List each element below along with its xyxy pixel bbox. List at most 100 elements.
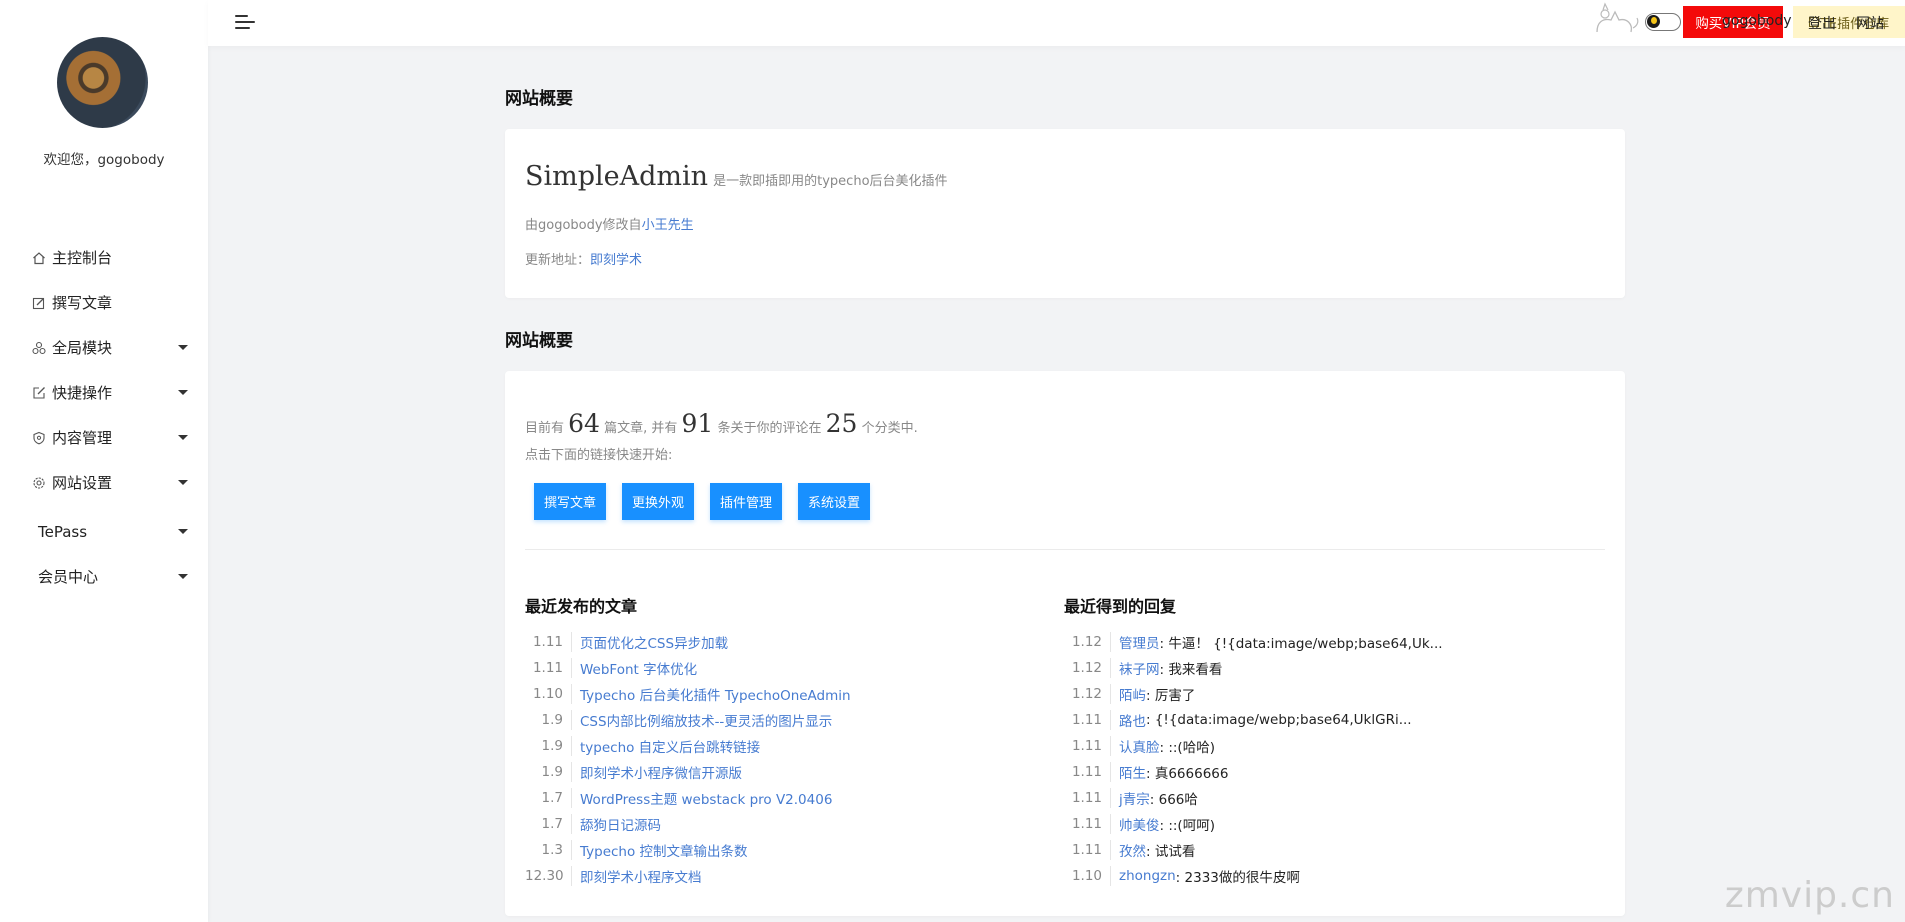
post-link[interactable]: typecho 自定义后台跳转链接 bbox=[580, 736, 760, 756]
post-link[interactable]: 即刻学术小程序微信开源版 bbox=[580, 762, 742, 782]
overview-card: SimpleAdmin 是一款即插即用的typecho后台美化插件 由gogob… bbox=[505, 129, 1625, 298]
post-date: 1.11 bbox=[525, 658, 572, 678]
reply-text: : 厉害了 bbox=[1146, 688, 1196, 704]
reply-date: 1.12 bbox=[1064, 632, 1111, 652]
post-date: 1.10 bbox=[525, 684, 572, 704]
reply-author-link[interactable]: 路也 bbox=[1119, 710, 1146, 730]
post-link[interactable]: WebFont 字体优化 bbox=[580, 658, 697, 678]
reply-date: 1.11 bbox=[1064, 710, 1111, 730]
post-link[interactable]: 页面优化之CSS异步加载 bbox=[580, 632, 728, 652]
menu-toggle-icon[interactable] bbox=[235, 14, 255, 30]
reply-author-link[interactable]: 袜子网 bbox=[1119, 658, 1160, 678]
reply-text: : ::(呵呵) bbox=[1159, 818, 1215, 834]
recent-posts-title: 最近发布的文章 bbox=[525, 597, 638, 616]
sidebar-item-tepass[interactable]: TePass bbox=[0, 509, 208, 554]
write-post-button[interactable]: 撰写文章 bbox=[534, 483, 606, 520]
reply-text: : 2333做的很牛皮啊 bbox=[1175, 870, 1300, 886]
summary-title: 网站概要 bbox=[505, 331, 573, 351]
reply-author-link[interactable]: 帅美俊 bbox=[1119, 814, 1160, 834]
sidebar-item-global-modules[interactable]: 全局模块 bbox=[0, 325, 208, 370]
sidebar-item-quick-actions[interactable]: 快捷操作 bbox=[0, 370, 208, 415]
summary-card: 目前有 64 篇文章, 并有 91 条关于你的评论在 25 个分类中. 点击下面… bbox=[505, 371, 1625, 916]
caret-down-icon bbox=[178, 479, 188, 485]
post-link[interactable]: Typecho 控制文章输出条数 bbox=[580, 840, 748, 860]
post-date: 1.7 bbox=[525, 814, 572, 834]
username-link[interactable]: gogobody bbox=[1722, 13, 1792, 29]
modified-prefix: 由gogobody修改自 bbox=[525, 218, 642, 233]
recent-replies-list: 1.12 管理员: 牛逼！ {!{data:image/webp;base64,U… bbox=[1064, 629, 1443, 889]
list-item: 1.9 即刻学术小程序微信开源版 bbox=[525, 759, 851, 785]
edit-icon bbox=[32, 296, 46, 310]
post-link[interactable]: CSS内部比例缩放技术--更灵活的图片显示 bbox=[580, 710, 832, 730]
reply-date: 1.12 bbox=[1064, 658, 1111, 678]
post-link[interactable]: 即刻学术小程序文档 bbox=[580, 866, 702, 886]
reply-text: : 我来看看 bbox=[1159, 662, 1223, 678]
update-link[interactable]: 即刻学术 bbox=[590, 253, 642, 268]
sidebar-item-label: 网站设置 bbox=[52, 474, 113, 492]
caret-down-icon bbox=[178, 573, 188, 579]
post-link[interactable]: Typecho 后台美化插件 TypechoOneAdmin bbox=[580, 684, 851, 704]
sidebar-item-member-center[interactable]: 会员中心 bbox=[0, 554, 208, 599]
shield-icon bbox=[32, 431, 46, 445]
comments-count: 91 bbox=[681, 409, 714, 438]
reply-text: : {!{data:image/webp;base64,UklGRi... bbox=[1146, 712, 1412, 728]
cat-decoration-icon bbox=[1596, 2, 1639, 33]
list-item: 1.11 认真脸: ::(哈哈) bbox=[1064, 733, 1443, 759]
plugin-management-button[interactable]: 插件管理 bbox=[710, 483, 782, 520]
brand-description: 是一款即插即用的typecho后台美化插件 bbox=[713, 174, 948, 189]
posts-count: 64 bbox=[568, 409, 600, 438]
list-item: 1.11 j青宗: 666哈 bbox=[1064, 785, 1443, 811]
reply-author-link[interactable]: 孜然 bbox=[1119, 840, 1146, 860]
stats-text-3: 条关于你的评论在 bbox=[717, 421, 822, 436]
post-link[interactable]: 舔狗日记源码 bbox=[580, 814, 661, 834]
reply-author-link[interactable]: j青宗 bbox=[1119, 788, 1150, 808]
list-item: 1.12 袜子网: 我来看看 bbox=[1064, 655, 1443, 681]
list-item: 1.7 WordPress主题 webstack pro V2.0406 bbox=[525, 785, 851, 811]
reply-author-link[interactable]: 陌屿 bbox=[1119, 684, 1146, 704]
sidebar-item-content-management[interactable]: 内容管理 bbox=[0, 415, 208, 460]
reply-date: 1.10 bbox=[1064, 866, 1111, 886]
site-link[interactable]: 网站 bbox=[1856, 13, 1884, 33]
reply-author-link[interactable]: 陌生 bbox=[1119, 762, 1146, 782]
list-item: 1.12 管理员: 牛逼！ {!{data:image/webp;base64,U… bbox=[1064, 629, 1443, 655]
dark-mode-toggle[interactable] bbox=[1645, 13, 1681, 31]
reply-author-link[interactable]: 管理员 bbox=[1119, 632, 1160, 652]
caret-down-icon bbox=[178, 344, 188, 350]
sidebar-item-site-settings[interactable]: 网站设置 bbox=[0, 460, 208, 505]
list-item: 1.10 zhongzn: 2333做的很牛皮啊 bbox=[1064, 863, 1443, 889]
recent-replies-title: 最近得到的回复 bbox=[1064, 597, 1177, 616]
quick-start-hint: 点击下面的链接快速开始: bbox=[525, 448, 673, 463]
moon-icon bbox=[1647, 15, 1660, 28]
reply-text: : 试试看 bbox=[1146, 844, 1196, 860]
reply-date: 1.11 bbox=[1064, 736, 1111, 756]
post-date: 1.7 bbox=[525, 788, 572, 808]
reply-text: : 666哈 bbox=[1149, 792, 1198, 808]
logout-link[interactable]: 登出 bbox=[1808, 13, 1836, 33]
author-link[interactable]: 小王先生 bbox=[642, 218, 694, 233]
list-item: 1.9 CSS内部比例缩放技术--更灵活的图片显示 bbox=[525, 707, 851, 733]
sidebar-item-write-post[interactable]: 撰写文章 bbox=[0, 280, 208, 325]
post-date: 1.9 bbox=[525, 762, 572, 782]
reply-author-link[interactable]: 认真脸 bbox=[1119, 736, 1160, 756]
list-item: 1.11 陌生: 真6666666 bbox=[1064, 759, 1443, 785]
change-theme-button[interactable]: 更换外观 bbox=[622, 483, 694, 520]
modified-line: 由gogobody修改自小王先生 bbox=[525, 214, 694, 233]
reply-date: 1.11 bbox=[1064, 788, 1111, 808]
reply-date: 1.11 bbox=[1064, 762, 1111, 782]
reply-date: 1.11 bbox=[1064, 840, 1111, 860]
sidebar-item-dashboard[interactable]: 主控制台 bbox=[0, 235, 208, 280]
sidebar-item-label: 会员中心 bbox=[38, 568, 99, 586]
reply-text: : 牛逼！ {!{data:image/webp;base64,Uk... bbox=[1159, 636, 1443, 652]
avatar[interactable] bbox=[57, 37, 148, 128]
categories-count: 25 bbox=[825, 409, 858, 438]
system-settings-button[interactable]: 系统设置 bbox=[798, 483, 870, 520]
reply-date: 1.12 bbox=[1064, 684, 1111, 704]
sidebar-nav: 主控制台 撰写文章 全局模块 快捷操作 内容管理 网站设置 TePass 会员中… bbox=[0, 235, 208, 599]
post-link[interactable]: WordPress主题 webstack pro V2.0406 bbox=[580, 788, 832, 808]
stats-line: 目前有 64 篇文章, 并有 91 条关于你的评论在 25 个分类中. bbox=[525, 409, 918, 438]
reply-author-link[interactable]: zhongzn bbox=[1119, 868, 1176, 884]
list-item: 1.11 帅美俊: ::(呵呵) bbox=[1064, 811, 1443, 837]
list-item: 1.7 舔狗日记源码 bbox=[525, 811, 851, 837]
list-item: 12.30 即刻学术小程序文档 bbox=[525, 863, 851, 889]
reply-text: : 真6666666 bbox=[1146, 766, 1229, 782]
